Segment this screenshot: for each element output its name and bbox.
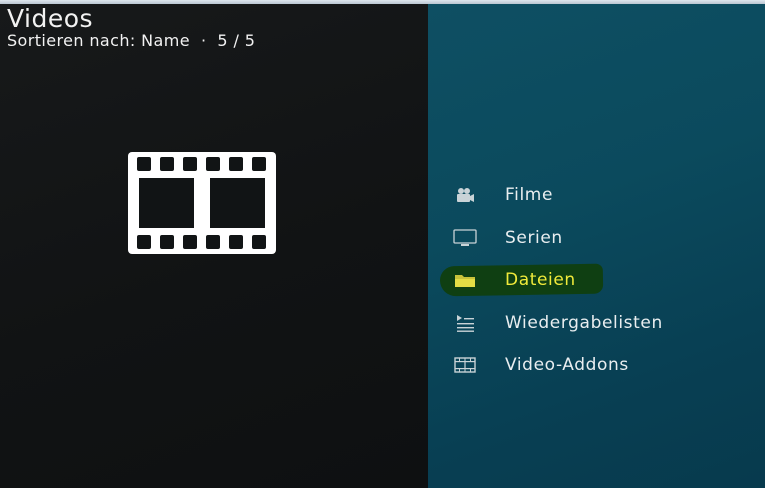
addon-filmstrip-icon: [452, 356, 478, 374]
menu-item-label: Serien: [505, 227, 563, 248]
separator-dot: ·: [200, 31, 207, 50]
sort-label[interactable]: Sortieren nach: Name: [7, 31, 190, 50]
video-menu: Filme Serien Dateien Wiedergabelisten Vi…: [440, 174, 760, 387]
menu-item-serien[interactable]: Serien: [440, 217, 760, 260]
menu-item-video-addons[interactable]: Video-Addons: [440, 344, 760, 387]
menu-item-label: Wiedergabelisten: [505, 312, 663, 333]
header: Videos Sortieren nach: Name · 5 / 5: [7, 6, 255, 50]
menu-item-dateien[interactable]: Dateien: [440, 259, 760, 302]
menu-item-wiedergabelisten[interactable]: Wiedergabelisten: [440, 302, 760, 345]
page-title: Videos: [7, 4, 94, 33]
videos-film-strip-icon: [128, 152, 276, 254]
folder-icon: [452, 271, 478, 289]
playlist-icon: [452, 314, 478, 332]
menu-item-label: Video-Addons: [505, 355, 629, 376]
menu-item-filme[interactable]: Filme: [440, 174, 760, 217]
menu-item-label: Dateien: [505, 270, 576, 291]
sort-info: Sortieren nach: Name · 5 / 5: [7, 32, 255, 50]
item-count: 5 / 5: [217, 31, 256, 50]
menu-item-label: Filme: [505, 185, 554, 206]
tv-icon: [452, 229, 478, 247]
film-camera-icon: [452, 186, 478, 204]
kodi-videos-screen: Videos Sortieren nach: Name · 5 / 5 Film…: [0, 0, 765, 488]
